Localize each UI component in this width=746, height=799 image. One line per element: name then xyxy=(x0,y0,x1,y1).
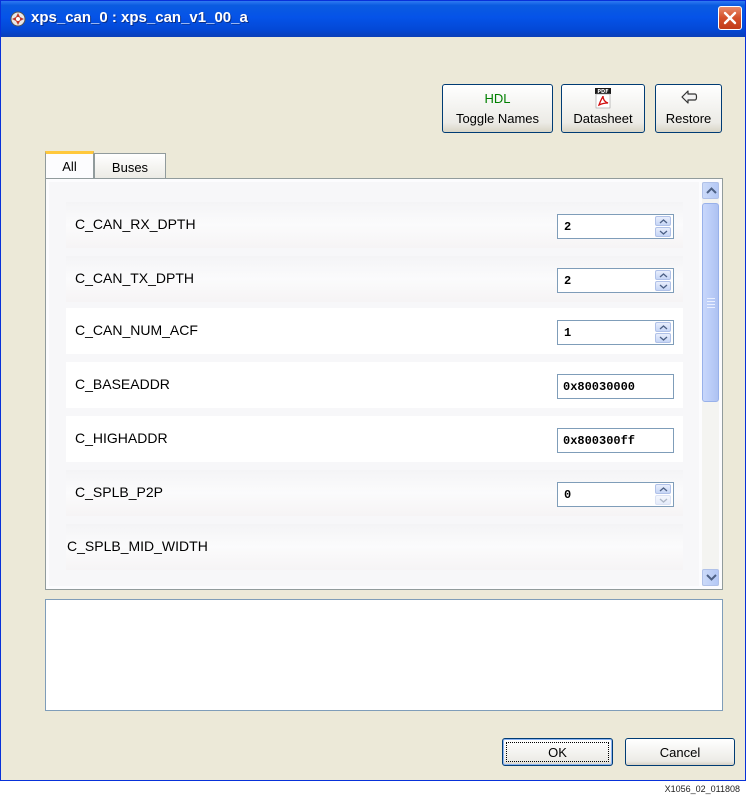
cancel-label: Cancel xyxy=(659,745,701,760)
param-row-c-splb-p2p: C_SPLB_P2P 0 xyxy=(66,470,683,516)
chevron-up-icon xyxy=(659,219,668,224)
spin-down-button[interactable] xyxy=(655,281,671,291)
param-name: C_SPLB_MID_WIDTH xyxy=(67,538,208,554)
param-name: C_BASEADDR xyxy=(75,376,170,392)
tab-buses-label: Buses xyxy=(111,160,149,175)
param-row-c-can-rx-dpth: C_CAN_RX_DPTH 2 xyxy=(66,202,683,248)
param-row-c-can-num-acf: C_CAN_NUM_ACF 1 xyxy=(66,308,683,354)
tab-all[interactable]: All xyxy=(45,151,94,179)
spinner-value: 2 xyxy=(564,274,572,288)
description-area[interactable] xyxy=(45,599,723,711)
window-title: xps_can_0 : xps_can_v1_00_a xyxy=(31,9,248,26)
close-button[interactable] xyxy=(718,6,742,30)
input-value: 0x80030000 xyxy=(563,380,636,394)
spin-down-button[interactable] xyxy=(655,227,671,237)
c-can-num-acf-spinner[interactable]: 1 xyxy=(557,320,674,345)
scroll-down-button[interactable] xyxy=(702,569,719,586)
chevron-up-icon xyxy=(659,487,668,492)
spin-up-button[interactable] xyxy=(655,216,671,226)
param-name: C_CAN_NUM_ACF xyxy=(75,322,198,338)
tab-buses[interactable]: Buses xyxy=(94,153,166,178)
param-name: C_CAN_RX_DPTH xyxy=(75,216,196,232)
settings-gear-icon xyxy=(10,11,26,27)
chevron-down-icon xyxy=(706,574,717,581)
toggle-names-button[interactable]: HDL Toggle Names xyxy=(442,84,553,133)
input-value: 0x800300ff xyxy=(563,434,636,448)
cancel-button[interactable]: Cancel xyxy=(625,738,735,766)
title-bar[interactable]: xps_can_0 : xps_can_v1_00_a xyxy=(1,1,745,37)
chevron-up-icon xyxy=(659,273,668,278)
spin-up-button[interactable] xyxy=(655,270,671,280)
spin-up-button[interactable] xyxy=(655,322,671,332)
param-row-c-highaddr: C_HIGHADDR 0x800300ff xyxy=(66,416,683,462)
c-highaddr-input[interactable]: 0x800300ff xyxy=(557,428,674,453)
hdl-label: HDL xyxy=(484,91,511,106)
restore-arrow-icon xyxy=(681,90,698,104)
toggle-names-label: Toggle Names xyxy=(455,111,540,126)
param-row-c-splb-mid-width: C_SPLB_MID_WIDTH xyxy=(66,524,683,570)
chevron-down-icon xyxy=(659,498,668,503)
c-can-rx-dpth-spinner[interactable]: 2 xyxy=(557,214,674,239)
param-name: C_HIGHADDR xyxy=(75,430,168,446)
chevron-up-icon xyxy=(706,187,717,194)
spinner-value: 0 xyxy=(564,488,572,502)
c-can-tx-dpth-spinner[interactable]: 2 xyxy=(557,268,674,293)
scroll-thumb[interactable] xyxy=(702,203,719,402)
pdf-icon: PDF xyxy=(595,88,611,109)
param-name: C_CAN_TX_DPTH xyxy=(75,270,195,286)
restore-label: Restore xyxy=(665,111,712,126)
parameters-panel: C_CAN_RX_DPTH 2 C_CAN_TX_DPTH 2 C_CAN_NU… xyxy=(45,178,723,590)
chevron-down-icon xyxy=(659,230,668,235)
ok-label: OK xyxy=(548,745,567,760)
datasheet-label: Datasheet xyxy=(573,111,633,126)
c-baseaddr-input[interactable]: 0x80030000 xyxy=(557,374,674,399)
spinner-value: 2 xyxy=(564,220,572,234)
vertical-scrollbar[interactable] xyxy=(702,182,719,586)
scroll-up-button[interactable] xyxy=(702,182,719,199)
close-icon xyxy=(723,11,737,25)
param-row-c-can-tx-dpth: C_CAN_TX_DPTH 2 xyxy=(66,256,683,302)
chevron-up-icon xyxy=(659,325,668,330)
spin-down-button[interactable] xyxy=(655,495,671,505)
dialog-window: xps_can_0 : xps_can_v1_00_a HDL Toggle N… xyxy=(0,0,746,781)
c-splb-p2p-spinner[interactable]: 0 xyxy=(557,482,674,507)
chevron-down-icon xyxy=(659,284,668,289)
chevron-down-icon xyxy=(659,336,668,341)
param-row-c-baseaddr: C_BASEADDR 0x80030000 xyxy=(66,362,683,408)
datasheet-button[interactable]: PDF Datasheet xyxy=(561,84,645,133)
figure-id: X1056_02_011808 xyxy=(664,784,740,794)
spinner-value: 1 xyxy=(564,326,572,340)
restore-button[interactable]: Restore xyxy=(655,84,722,133)
ok-button[interactable]: OK xyxy=(502,738,613,766)
tab-all-label: All xyxy=(62,159,77,174)
param-name: C_SPLB_P2P xyxy=(75,484,163,500)
parameter-list: C_CAN_RX_DPTH 2 C_CAN_TX_DPTH 2 C_CAN_NU… xyxy=(49,182,699,586)
spin-down-button[interactable] xyxy=(655,333,671,343)
spin-up-button[interactable] xyxy=(655,484,671,494)
